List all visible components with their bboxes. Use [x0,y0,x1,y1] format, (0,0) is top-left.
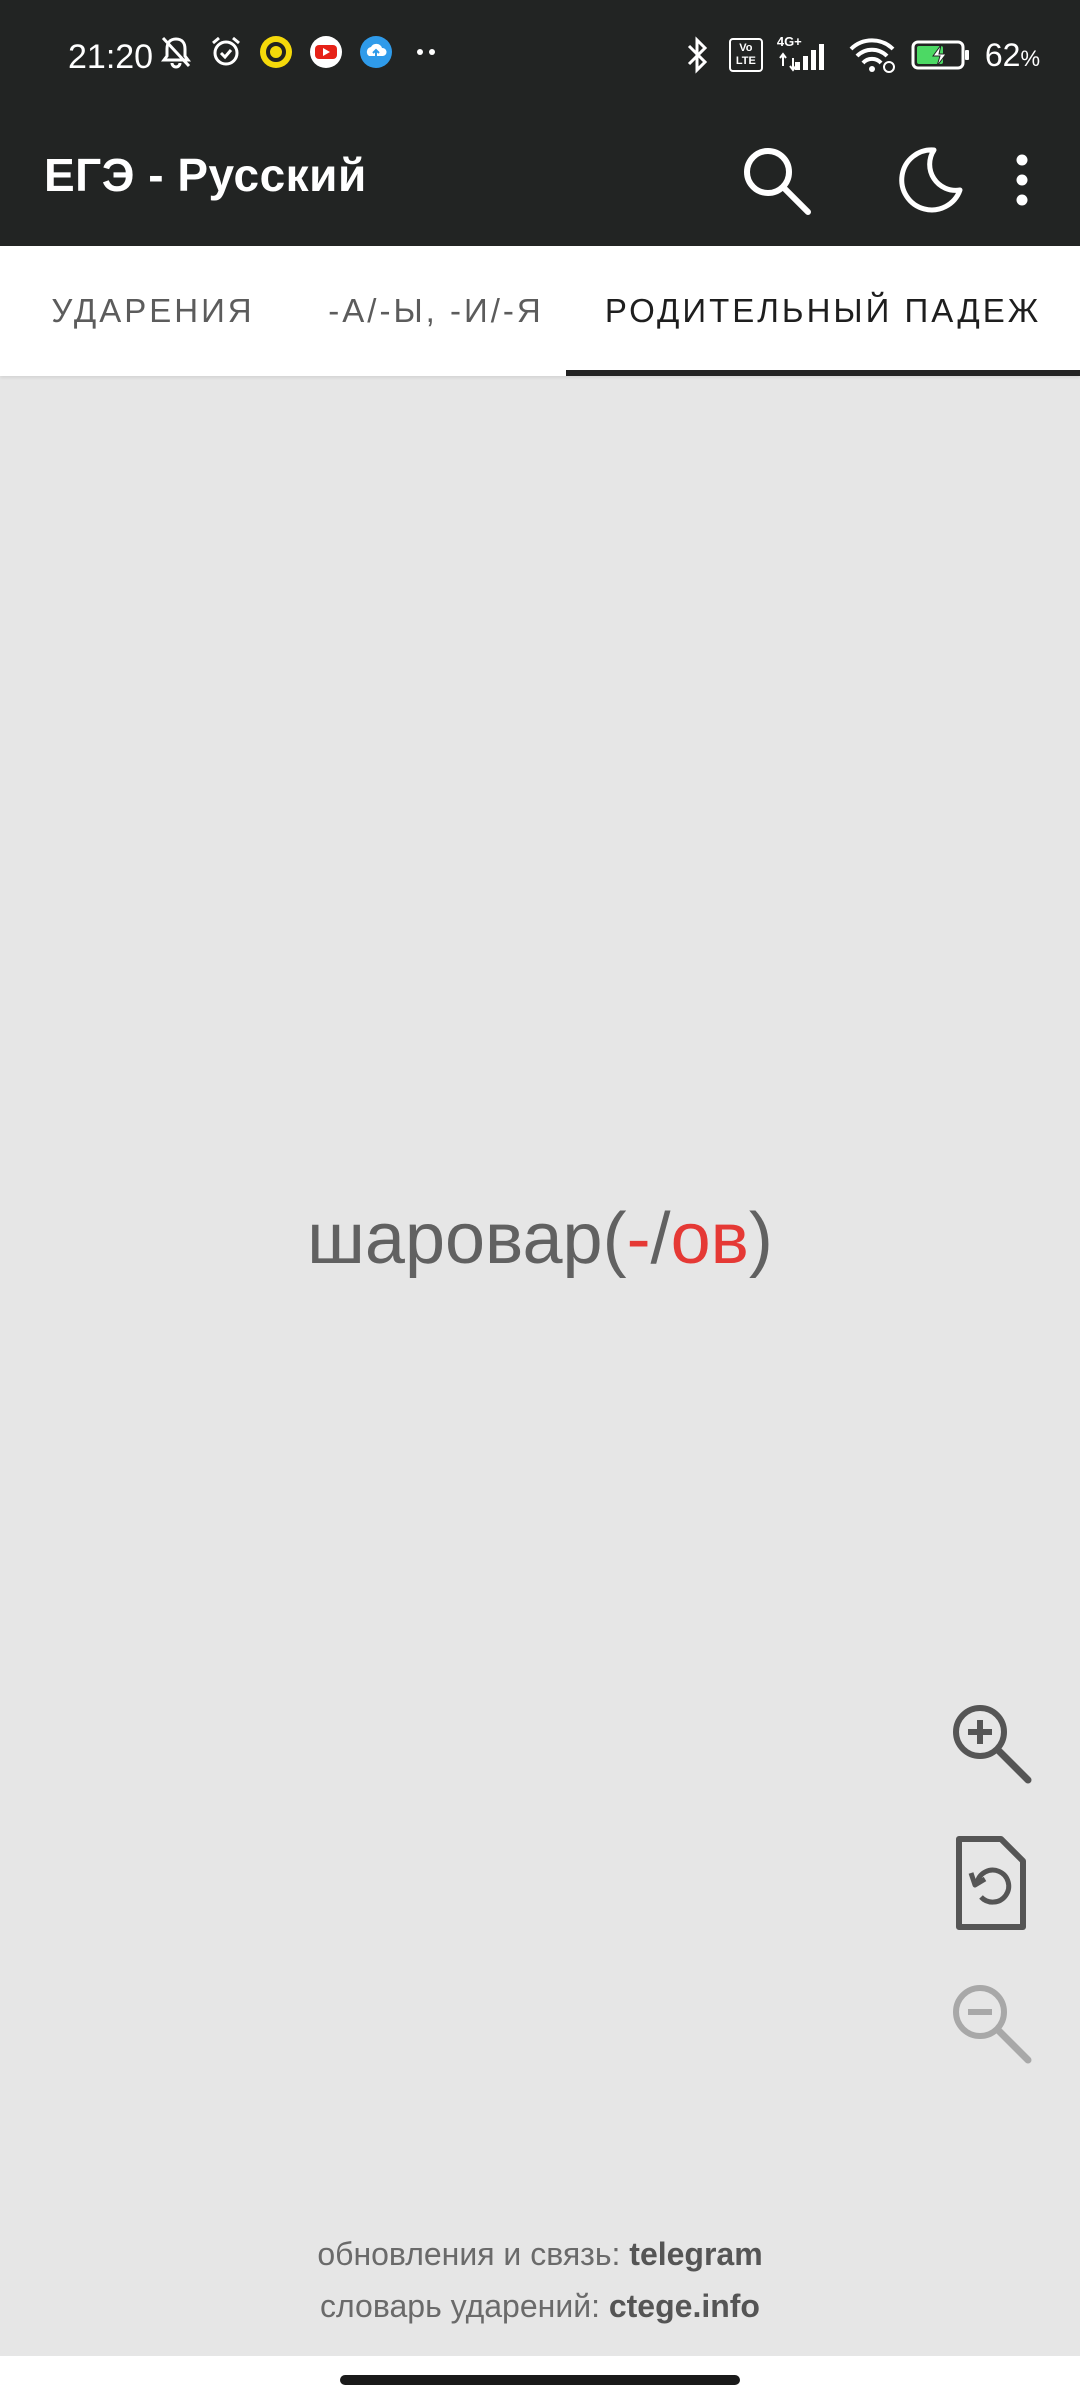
telegram-link[interactable]: telegram [629,2236,762,2272]
wifi-icon [847,37,897,73]
flashcard-area[interactable]: шаровар(-/ов) обновления и связь: telegr… [0,376,1080,2356]
footer-line-dictionary: словарь ударений: ctege.info [0,2280,1080,2332]
tab-label: РОДИТЕЛЬНЫЙ ПАДЕЖ [604,292,1042,329]
more-dots-icon [408,34,444,70]
app-bar: ЕГЭ - Русский [0,118,1080,246]
word-close-paren: ) [748,1199,773,1279]
app-title: ЕГЭ - Русский [44,149,367,201]
tab-genitive-case[interactable]: РОДИТЕЛЬНЫЙ ПАДЕЖ [566,246,1080,376]
signal-4g-icon: 4G+ [777,34,833,74]
battery-percent: 62% [985,37,1040,74]
reset-icon [951,1835,1031,1936]
zoom-in-button[interactable] [936,1690,1046,1800]
footer-info: обновления и связь: telegram словарь уда… [0,2228,1080,2332]
ctege-link[interactable]: ctege.info [609,2288,760,2324]
dark-mode-moon-icon [894,144,966,221]
tab-bar: УДАРЕНИЯ -А/-Ы, -И/-Я РОДИТЕЛЬНЫЙ ПАДЕЖ [0,246,1080,376]
bluetooth-icon [679,36,715,74]
search-button[interactable] [724,130,828,234]
notification-icons [158,34,444,70]
footer-line-updates: обновления и связь: telegram [0,2228,1080,2280]
overflow-menu-icon [1014,152,1030,213]
battery-unit: % [1020,45,1040,71]
word-stem: шаровар( [307,1199,627,1279]
footer-updates-label: обновления и связь: [317,2236,630,2272]
tab-label: УДАРЕНИЯ [51,292,255,329]
tab-label: -А/-Ы, -И/-Я [328,292,544,329]
system-icons: Vo LTE 4G+ 62% [679,34,1040,74]
option-zero-ending[interactable]: - [627,1199,651,1279]
flashcard-word: шаровар(-/ов) [0,1198,1080,1280]
zoom-controls [936,1690,1046,2110]
footer-dictionary-label: словарь ударений: [320,2288,609,2324]
status-time: 21:20 [68,38,154,76]
reset-button[interactable] [936,1830,1046,1940]
cloud-upload-icon [358,34,394,70]
option-ov-ending[interactable]: ов [671,1199,749,1279]
overflow-menu-button[interactable] [982,130,1062,234]
zoom-out-button[interactable] [936,1970,1046,2080]
volte-icon: Vo LTE [728,38,763,72]
youtube-icon [308,34,344,70]
dark-mode-button[interactable] [878,130,982,234]
system-nav-bar [0,2356,1080,2400]
yellow-app-icon [258,34,294,70]
app-actions [724,130,1062,234]
search-icon [740,144,812,221]
zoom-in-icon [946,1698,1036,1793]
tab-stress[interactable]: УДАРЕНИЯ [0,246,306,376]
zoom-out-icon [946,1978,1036,2073]
alarm-icon [208,34,244,70]
option-separator: / [650,1199,671,1279]
bell-off-icon [158,34,194,70]
battery-value: 62 [984,36,1021,73]
status-bar: 21:20 Vo LTE 4G+ 62% [0,0,1080,118]
gesture-handle[interactable] [340,2375,740,2385]
battery-charging-icon [911,38,971,72]
tab-plural-endings[interactable]: -А/-Ы, -И/-Я [306,246,566,376]
